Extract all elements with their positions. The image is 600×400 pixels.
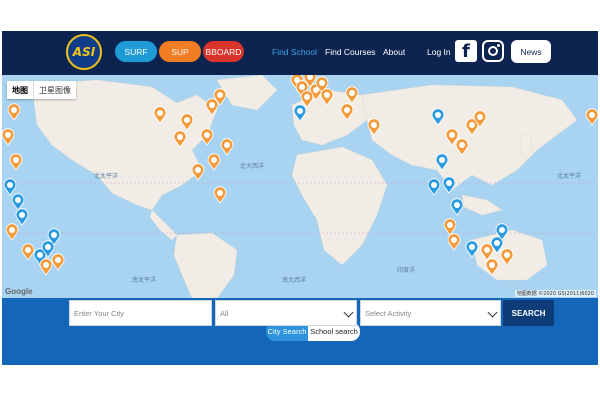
ocean-label: 北太平洋 [557,173,582,180]
school-marker[interactable] [15,208,29,226]
search-button[interactable]: SEARCH [503,300,554,326]
surf-button[interactable]: SURF [115,41,157,62]
activity-select[interactable]: Select Activity [360,300,501,326]
tab-satellite[interactable]: 卫星图像 [33,81,76,99]
ocean-label: 北太平洋 [94,173,119,180]
school-marker[interactable] [427,178,441,196]
top-navigation-bar: ASI SURF SUP BBOARD Find School Find Cou… [2,31,598,75]
school-marker[interactable] [442,176,456,194]
school-marker[interactable] [200,128,214,146]
school-marker[interactable] [585,108,598,126]
city-input[interactable]: Enter Your City [69,300,212,326]
bboard-button[interactable]: BBOARD [203,41,244,62]
logo-text: ASI [72,45,96,59]
ocean-label: 北大西洋 [240,163,265,170]
facebook-icon[interactable]: f [455,40,477,62]
nav-find-school[interactable]: Find School [272,47,317,57]
school-marker[interactable] [213,186,227,204]
asi-logo[interactable]: ASI [66,34,102,70]
map-type-toggle[interactable]: 地图 卫星图像 [7,81,76,99]
nav-find-courses[interactable]: Find Courses [325,47,376,57]
news-button[interactable]: News [511,40,551,63]
chevron-down-icon [343,307,354,318]
activity-select-value: Select Activity [365,308,412,318]
search-form: Enter Your City All Select Activity SEAR… [2,232,598,365]
tab-map[interactable]: 地图 [7,81,33,99]
country-select[interactable]: All [215,300,357,326]
school-marker[interactable] [11,193,25,211]
school-marker[interactable] [2,128,15,146]
school-marker[interactable] [9,153,23,171]
school-marker[interactable] [191,163,205,181]
nav-log-in[interactable]: Log In [427,47,451,57]
nav-about[interactable]: About [383,47,405,57]
school-marker[interactable] [220,138,234,156]
school-marker[interactable] [450,198,464,216]
sup-button[interactable]: SUP [159,41,201,62]
school-marker[interactable] [207,153,221,171]
instagram-icon[interactable] [482,40,504,62]
school-marker[interactable] [3,178,17,196]
school-marker[interactable] [7,103,21,121]
country-select-value: All [220,308,229,318]
chevron-down-icon [487,307,498,318]
app-frame: ASI SURF SUP BBOARD Find School Find Cou… [2,31,598,365]
